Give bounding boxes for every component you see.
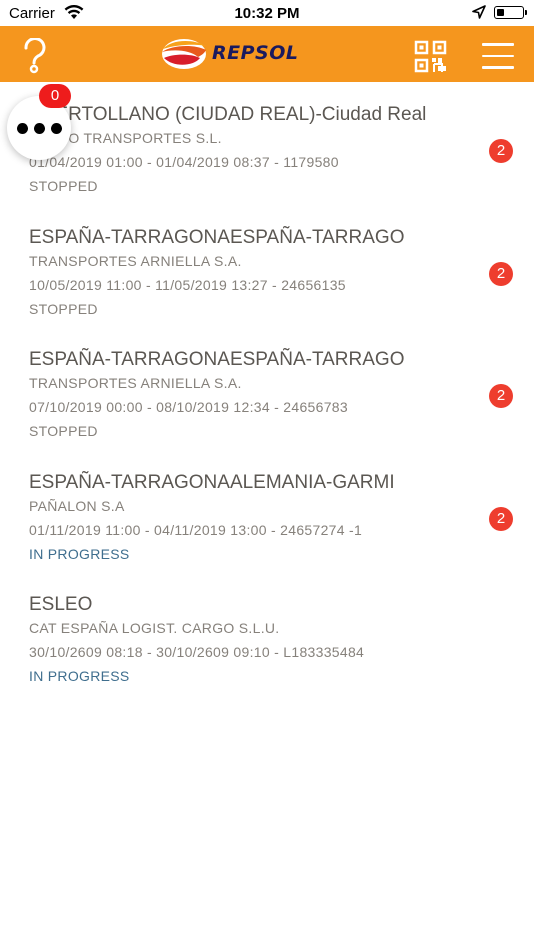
trip-company: TRANSPORTES ARNIELLA S.A. xyxy=(29,375,242,391)
logo-text: REPSOL xyxy=(212,42,299,64)
more-options-icon xyxy=(17,123,28,134)
more-options-icon xyxy=(34,123,45,134)
hamburger-menu-icon-line xyxy=(482,43,514,46)
status-bar: Carrier 10:32 PM xyxy=(0,0,534,26)
help-button[interactable] xyxy=(18,37,52,74)
notification-badge: 0 xyxy=(39,84,71,108)
hamburger-menu-icon-line xyxy=(482,66,514,69)
question-mark-icon xyxy=(24,37,46,74)
repsol-logo: REPSOL xyxy=(160,36,310,72)
trip-title: PUERTOLLANO (CIUDAD REAL)-Ciudad Real xyxy=(29,104,427,125)
battery-icon xyxy=(494,6,527,19)
battery-fill xyxy=(496,8,504,16)
trip-title: ESPAÑA-TARRAGONAESPAÑA-TARRAGO xyxy=(29,226,405,248)
trip-company: TRANSPORTES ARNIELLA S.A. xyxy=(29,252,242,269)
hamburger-menu-button[interactable] xyxy=(482,43,514,69)
trip-title: ESLEO xyxy=(29,594,93,615)
notification-count-badge: 2 xyxy=(489,384,513,408)
trip-dates: 07/10/2019 00:00 - 08/10/2019 12:34 - 24… xyxy=(29,399,348,415)
notification-count-badge: 2 xyxy=(489,506,513,531)
trip-list-item[interactable]: ESPAÑA-TARRAGONAESPAÑA-TARRAGO TRANSPORT… xyxy=(0,205,534,328)
trip-list-item[interactable]: ESLEO CAT ESPAÑA LOGIST. CARGO S.L.U. 30… xyxy=(0,572,534,695)
trip-status: STOPPED xyxy=(29,300,98,317)
trip-dates: 01/04/2019 01:00 - 01/04/2019 08:37 - 11… xyxy=(29,154,339,170)
clock: 10:32 PM xyxy=(234,5,300,22)
repsol-logo-icon xyxy=(162,39,206,69)
trip-list-item[interactable]: PUERTOLLANO (CIUDAD REAL)-Ciudad Real DE… xyxy=(0,82,534,205)
trip-dates: 30/10/2609 08:18 - 30/10/2609 09:10 - L1… xyxy=(29,644,365,660)
trip-list-item[interactable]: ESPAÑA-TARRAGONAALEMANIA-GARMI PAÑALON S… xyxy=(0,450,534,573)
trip-status: IN PROGRESS xyxy=(29,545,130,562)
trip-title: ESPAÑA-TARRAGONAALEMANIA-GARMI xyxy=(29,471,395,493)
location-arrow-icon xyxy=(472,5,486,23)
trip-company: CAT ESPAÑA LOGIST. CARGO S.L.U. xyxy=(29,620,280,636)
trip-company: PAÑALON S.A xyxy=(29,497,125,514)
trip-status: STOPPED xyxy=(29,423,98,439)
more-options-icon xyxy=(51,123,62,134)
qr-code-icon xyxy=(414,40,447,73)
notification-count-badge: 2 xyxy=(489,139,513,163)
trip-list: PUERTOLLANO (CIUDAD REAL)-Ciudad Real DE… xyxy=(0,82,534,695)
trip-title: ESPAÑA-TARRAGONAESPAÑA-TARRAGO xyxy=(29,349,405,370)
hamburger-menu-icon-line xyxy=(482,54,514,57)
app-header: REPSOL xyxy=(0,26,534,82)
trip-dates: 01/11/2019 11:00 - 04/11/2019 13:00 - 24… xyxy=(29,521,363,538)
trip-list-item[interactable]: ESPAÑA-TARRAGONAESPAÑA-TARRAGO TRANSPORT… xyxy=(0,327,534,450)
trip-status: IN PROGRESS xyxy=(29,668,130,684)
trip-status: STOPPED xyxy=(29,178,98,194)
qr-scan-button[interactable] xyxy=(414,40,448,74)
trip-dates: 10/05/2019 11:00 - 11/05/2019 13:27 - 24… xyxy=(29,276,346,293)
notification-count-badge: 2 xyxy=(489,261,513,286)
